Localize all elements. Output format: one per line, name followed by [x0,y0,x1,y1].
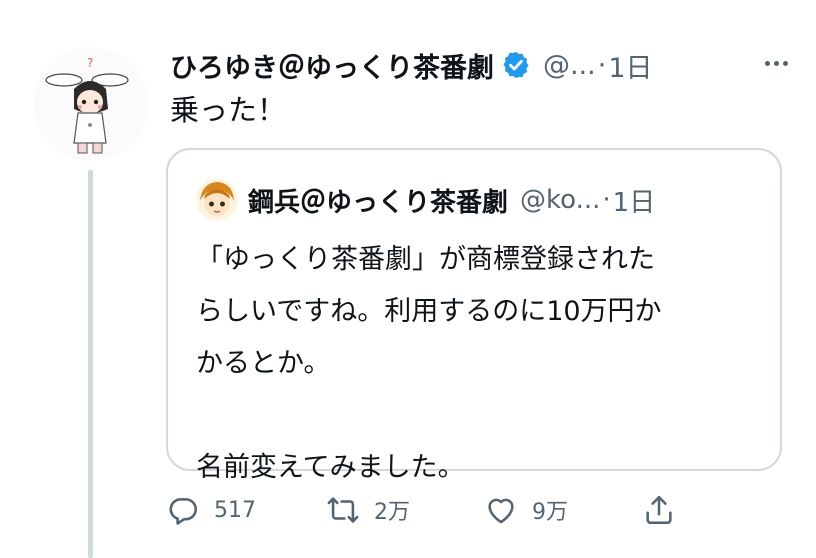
quote-text: 「ゆっくり茶番劇」が商標登録された らしいですね。利用するのに10万円か かると… [196,234,766,494]
like-count: 9万 [532,500,568,525]
quote-author-avatar [196,179,238,221]
quote-text-line: 「ゆっくり茶番劇」が商標登録された [196,244,655,275]
quote-header: 鋼兵＠ゆっくり茶番劇 @ko... · 1日 [196,178,655,222]
avatar-question-mark: ? [87,56,93,70]
quote-timestamp: 1日 [612,187,656,218]
author-name[interactable]: ひろゆき＠ゆっくり茶番劇 [170,46,494,85]
reply-button[interactable]: 517 [166,490,256,530]
share-icon [646,495,672,525]
more-dot-icon [764,60,770,66]
more-dot-icon [773,60,779,66]
quote-text-line: かるとか。 [196,348,331,379]
avatar-illustration: ? [34,47,148,161]
more-dot-icon [782,60,788,66]
heart-icon [488,498,514,524]
reply-icon [169,498,198,525]
quote-author-handle: @ko... [520,185,601,215]
like-button[interactable]: 9万 [484,490,568,530]
verified-badge-icon [503,51,529,79]
quote-header-separator: · [602,185,611,215]
retweet-icon [327,497,359,523]
author-avatar[interactable]: ? [34,47,148,161]
header-separator: · [597,49,607,81]
quote-author-name: 鋼兵＠ゆっくり茶番劇 [248,187,509,218]
quote-text-line: 名前変えてみました。 [196,452,465,483]
quote-text-line [196,390,766,442]
retweet-count: 2万 [374,500,410,525]
tweet-action-bar: 517 2万 9万 [166,490,686,530]
quote-text-line: らしいですね。利用するのに10万円か [196,296,662,327]
quoted-tweet[interactable]: 鋼兵＠ゆっくり茶番劇 @ko... · 1日 「ゆっくり茶番劇」が商標登録された… [166,148,782,483]
more-options-button[interactable] [756,48,796,78]
tweet-text: 乗った！ [170,93,287,127]
tweet-header: ひろゆき＠ゆっくり茶番劇 @... · 1日 [170,43,790,87]
author-handle[interactable]: @... [543,50,596,81]
share-button[interactable] [642,490,676,530]
retweet-button[interactable]: 2万 [326,490,410,530]
reply-count: 517 [214,497,256,523]
quote-avatar-illustration [196,179,238,221]
thread-line [88,170,93,558]
tweet-timestamp[interactable]: 1日 [608,46,652,85]
